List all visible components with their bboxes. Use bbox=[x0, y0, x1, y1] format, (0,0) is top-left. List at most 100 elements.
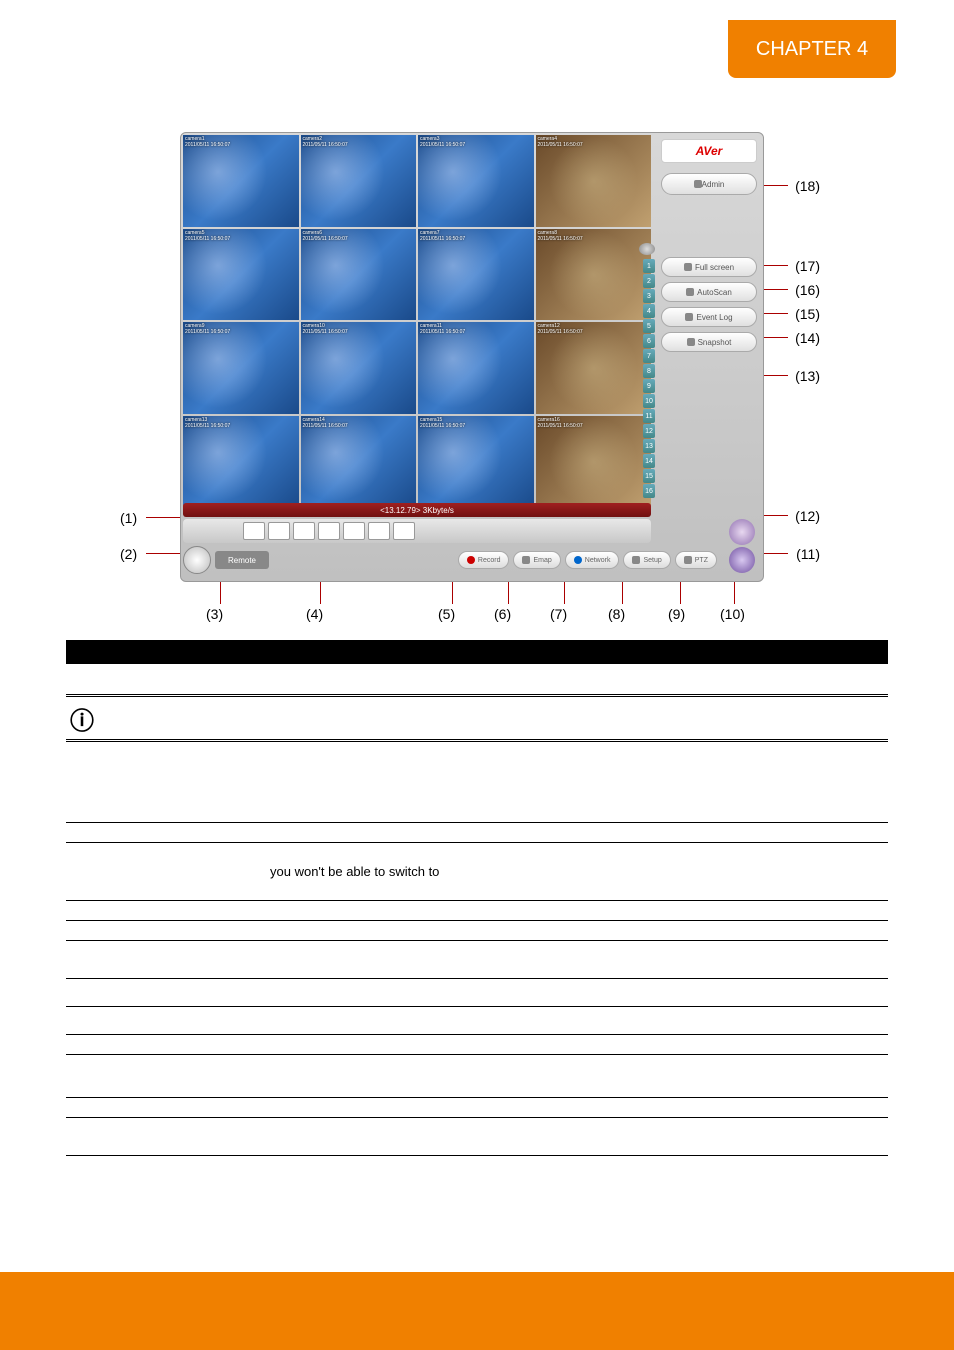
callout-vline bbox=[622, 582, 623, 604]
callout-16: (16) bbox=[795, 282, 820, 298]
autoscan-button[interactable]: AutoScan bbox=[661, 282, 757, 302]
network-icon bbox=[574, 556, 582, 564]
network-button[interactable]: Network bbox=[565, 551, 620, 569]
cam-label: camera82011/05/11 16:50:07 bbox=[538, 230, 583, 242]
cam-num-btn[interactable]: 15 bbox=[643, 469, 655, 483]
cam-num-btn[interactable]: 6 bbox=[643, 334, 655, 348]
alarm-icon[interactable] bbox=[729, 519, 755, 545]
camera-tile[interactable]: camera42011/05/11 16:50:07 bbox=[536, 135, 652, 227]
emap-button[interactable]: Emap bbox=[513, 551, 560, 569]
cam-num-btn[interactable]: 2 bbox=[643, 274, 655, 288]
cam-num-btn[interactable]: 16 bbox=[643, 484, 655, 498]
callout-vline bbox=[680, 582, 681, 604]
label: Network bbox=[585, 557, 611, 564]
app-window: AVer Admin camera12011/05/11 16:50:07 ca… bbox=[180, 132, 764, 582]
camera-tile[interactable]: camera12011/05/11 16:50:07 bbox=[183, 135, 299, 227]
cam-num-btn[interactable]: 3 bbox=[643, 289, 655, 303]
layout-16-button[interactable] bbox=[318, 522, 340, 540]
record-icon bbox=[467, 556, 475, 564]
camera-tile[interactable]: camera102011/05/11 16:50:07 bbox=[301, 322, 417, 414]
camera-tile[interactable]: camera92011/05/11 16:50:07 bbox=[183, 322, 299, 414]
camera-tile[interactable]: camera132011/05/11 16:50:07 bbox=[183, 416, 299, 508]
ptz-button[interactable]: PTZ bbox=[675, 551, 717, 569]
cam-num-btn[interactable]: 9 bbox=[643, 379, 655, 393]
cam-label: camera22011/05/11 16:50:07 bbox=[303, 136, 348, 148]
status-bar: <13.12.79> 3Kbyte/s bbox=[183, 503, 651, 517]
power-button[interactable] bbox=[183, 546, 211, 574]
camera-tile[interactable]: camera112011/05/11 16:50:07 bbox=[418, 322, 534, 414]
callout-4: (4) bbox=[306, 606, 323, 622]
playback-icon[interactable] bbox=[729, 547, 755, 573]
callout-1: (1) bbox=[120, 510, 137, 526]
emap-icon bbox=[522, 556, 530, 564]
label: Setup bbox=[643, 557, 661, 564]
camera-tile[interactable]: camera32011/05/11 16:50:07 bbox=[418, 135, 534, 227]
user-icon bbox=[694, 180, 702, 188]
callout-5: (5) bbox=[438, 606, 455, 622]
screenshot-figure: (1) (2) (18) (17) (16) (15) (14) (13) (1… bbox=[120, 132, 820, 622]
admin-button[interactable]: Admin bbox=[661, 173, 757, 195]
bottom-callout-row: (3) (4) (5) (6) (7) (8) (9) (10) bbox=[180, 606, 820, 622]
fisheye-icon[interactable] bbox=[639, 243, 655, 255]
setup-icon bbox=[632, 556, 640, 564]
record-button[interactable]: Record bbox=[458, 551, 510, 569]
remote-label: Remote bbox=[215, 551, 269, 569]
setup-button[interactable]: Setup bbox=[623, 551, 670, 569]
camera-tile[interactable]: camera82011/05/11 16:50:07 bbox=[536, 229, 652, 321]
callout-6: (6) bbox=[494, 606, 511, 622]
cam-num-btn[interactable]: 7 bbox=[643, 349, 655, 363]
callout-vline bbox=[734, 582, 735, 604]
label: Emap bbox=[533, 557, 551, 564]
layout-13-button[interactable] bbox=[368, 522, 390, 540]
camera-tile[interactable]: camera62011/05/11 16:50:07 bbox=[301, 229, 417, 321]
side-button-group: Full screen AutoScan Event Log Snapshot bbox=[661, 257, 757, 352]
camera-tile[interactable]: camera152011/05/11 16:50:07 bbox=[418, 416, 534, 508]
cam-num-btn[interactable]: 8 bbox=[643, 364, 655, 378]
camera-tile[interactable]: camera162011/05/11 16:50:07 bbox=[536, 416, 652, 508]
cam-num-btn[interactable]: 1 bbox=[643, 259, 655, 273]
fullscreen-icon bbox=[684, 263, 692, 271]
section-heading-bar bbox=[66, 640, 888, 664]
cam-num-btn[interactable]: 12 bbox=[643, 424, 655, 438]
callout-line bbox=[146, 517, 182, 518]
callout-12: (12) bbox=[795, 508, 820, 524]
callout-13: (13) bbox=[795, 368, 820, 384]
cam-label: camera142011/05/11 16:50:07 bbox=[303, 417, 348, 429]
snapshot-button[interactable]: Snapshot bbox=[661, 332, 757, 352]
fullscreen-button[interactable]: Full screen bbox=[661, 257, 757, 277]
label: Snapshot bbox=[698, 338, 732, 347]
cam-label: camera42011/05/11 16:50:07 bbox=[538, 136, 583, 148]
cam-label: camera132011/05/11 16:50:07 bbox=[185, 417, 230, 429]
callout-vline bbox=[452, 582, 453, 604]
admin-label: Admin bbox=[702, 180, 725, 189]
layout-4-button[interactable] bbox=[268, 522, 290, 540]
reference-table: you won't be able to switch to bbox=[66, 760, 888, 1156]
cam-num-btn[interactable]: 11 bbox=[643, 409, 655, 423]
callout-11: (11) bbox=[796, 546, 820, 562]
layout-8-button[interactable] bbox=[343, 522, 365, 540]
cam-num-btn[interactable]: 10 bbox=[643, 394, 655, 408]
bottom-bar: Remote Record Emap Network Setup PTZ bbox=[183, 545, 761, 575]
layout-32-button[interactable] bbox=[393, 522, 415, 540]
cam-num-btn[interactable]: 14 bbox=[643, 454, 655, 468]
callout-vline bbox=[320, 582, 321, 604]
callout-15: (15) bbox=[795, 306, 820, 322]
camera-tile[interactable]: camera22011/05/11 16:50:07 bbox=[301, 135, 417, 227]
camera-tile[interactable]: camera142011/05/11 16:50:07 bbox=[301, 416, 417, 508]
camera-tile[interactable]: camera72011/05/11 16:50:07 bbox=[418, 229, 534, 321]
cam-num-btn[interactable]: 13 bbox=[643, 439, 655, 453]
camera-tile[interactable]: camera122011/05/11 16:50:07 bbox=[536, 322, 652, 414]
cam-label: camera92011/05/11 16:50:07 bbox=[185, 323, 230, 335]
eventlog-button[interactable]: Event Log bbox=[661, 307, 757, 327]
cam-num-btn[interactable]: 5 bbox=[643, 319, 655, 333]
layout-1-button[interactable] bbox=[243, 522, 265, 540]
eventlog-icon bbox=[685, 313, 693, 321]
cam-num-btn[interactable]: 4 bbox=[643, 304, 655, 318]
callout-3: (3) bbox=[206, 606, 223, 622]
callout-14: (14) bbox=[795, 330, 820, 346]
label: Full screen bbox=[695, 263, 734, 272]
label: Event Log bbox=[696, 313, 732, 322]
snapshot-icon bbox=[687, 338, 695, 346]
camera-tile[interactable]: camera52011/05/11 16:50:07 bbox=[183, 229, 299, 321]
layout-9-button[interactable] bbox=[293, 522, 315, 540]
